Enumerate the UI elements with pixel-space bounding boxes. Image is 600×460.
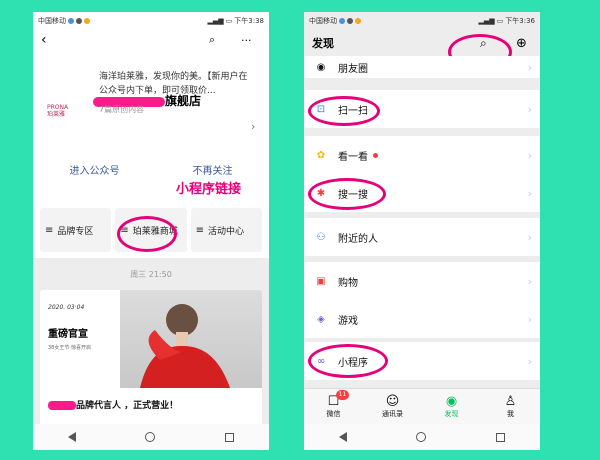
app-notification-icon (84, 18, 90, 24)
article-cover-image (120, 290, 262, 388)
annotation-circle (308, 96, 380, 126)
status-bar: 中国移动 ▂▄▆ ▭ 下午3:38 (33, 12, 269, 30)
annotation-circle (308, 178, 386, 210)
annotation-circle (117, 216, 177, 252)
more-icon[interactable]: ··· (241, 34, 252, 47)
person-icon: ♙ (504, 394, 517, 409)
cell-moments[interactable]: ◉ 朋友圈 › (304, 56, 540, 78)
search-icon[interactable]: ⌕ (209, 33, 215, 47)
feed-timestamp: 周三 21:50 (130, 270, 172, 279)
system-nav-bar (304, 424, 540, 450)
article-headline: 重磅官宣 (48, 329, 88, 340)
chevron-right-icon: › (527, 312, 532, 326)
battery-icon: ▭ (496, 17, 504, 25)
cell-shopping[interactable]: ▣ 购物 › (304, 262, 540, 300)
article-title: 品牌代言人 ，正式营业！ (48, 398, 178, 411)
message-icon (76, 18, 82, 24)
clock-label: 下午3:36 (505, 17, 535, 25)
model-illustration (140, 304, 230, 388)
chevron-right-icon: › (527, 354, 532, 368)
home-nav-icon[interactable] (416, 432, 427, 442)
unfollow-button[interactable]: 不再关注 (193, 162, 233, 177)
app-notification-icon (339, 18, 345, 24)
tab-discover[interactable]: ◉ 发现 (432, 389, 472, 424)
top-nav: ‹ ⌕ ··· (33, 30, 269, 50)
tab-contacts[interactable]: ☺ 通讯录 (373, 389, 413, 424)
account-description: 海洋珀莱雅，发现你的美。【新用户在公众号内下单，即可领取价... (99, 72, 248, 96)
battery-icon: ▭ (225, 17, 233, 25)
message-icon (347, 18, 353, 24)
article-date: 2020. 03·04 (48, 304, 85, 311)
chevron-right-icon: › (527, 60, 532, 74)
article-subline: 38女王节·惊喜开启 (48, 345, 91, 351)
chevron-right-icon: › (527, 148, 532, 162)
brand-logo: PRONA 珀莱雅 (47, 104, 69, 119)
recents-nav-icon[interactable] (496, 432, 506, 442)
page-title: 发现 (312, 37, 334, 50)
article-cover-text: 2020. 03·04 重磅官宣 38女王节·惊喜开启 (48, 304, 118, 351)
article-card[interactable]: 2020. 03·04 重磅官宣 38女王节·惊喜开启 品牌代言人 ，正式营业！ (40, 290, 262, 430)
chevron-right-icon: › (527, 274, 532, 288)
signal-icon: ▂▄▆ (207, 17, 224, 25)
account-actions: 进入公众号 不再关注 (33, 162, 269, 177)
new-dot-icon (373, 152, 378, 158)
menu-icon: ≡ (195, 224, 205, 236)
add-icon[interactable]: ⊕ (516, 36, 527, 51)
look-icon: ✿ (316, 149, 326, 161)
redaction-mark (48, 401, 76, 410)
bottom-tab-bar: ☐ 微信 11 ☺ 通讯录 ◉ 发现 ♙ 我 (304, 388, 540, 424)
tab-wechat[interactable]: ☐ 微信 11 (314, 389, 354, 424)
menu-item-activity[interactable]: ≡ 活动中心 (190, 208, 262, 252)
menu-icon: ≡ (45, 224, 54, 236)
back-nav-icon[interactable] (338, 432, 347, 442)
chevron-right-icon: › (527, 102, 532, 116)
contacts-icon: ☺ (385, 394, 400, 409)
app-notification-icon (68, 18, 74, 24)
compass-icon: ◉ (445, 394, 458, 409)
tab-me[interactable]: ♙ 我 (491, 389, 531, 424)
message-feed: 周三 21:50 2020. 03·04 重磅官宣 38女王节·惊喜开启 品牌代… (33, 258, 269, 430)
carrier-label: 中国移动 (38, 17, 66, 25)
app-notification-icon (355, 18, 361, 24)
home-nav-icon[interactable] (145, 432, 156, 442)
chevron-right-icon: › (527, 186, 532, 200)
back-nav-icon[interactable] (67, 432, 76, 442)
chevron-right-icon: › (527, 230, 532, 244)
clock-label: 下午3:38 (234, 17, 264, 25)
right-phone-screen: 中国移动 ▂▄▆ ▭ 下午3:36 发现 ⌕ ⊕ ◉ 朋友圈 › ⊡ 扫一扫 › ✿ 看一看 ›… (304, 12, 540, 450)
moments-icon: ◉ (316, 61, 326, 73)
left-phone-screen: 中国移动 ▂▄▆ ▭ 下午3:38 ‹ ⌕ ··· PRONA 珀莱雅 旗舰店 海洋… (33, 12, 269, 450)
nearby-people-icon: ⚇ (316, 231, 326, 243)
cell-nearby[interactable]: ⚇ 附近的人 › (304, 218, 540, 256)
annotation-circle (308, 344, 388, 378)
recents-nav-icon[interactable] (225, 432, 235, 442)
unread-badge: 11 (335, 390, 350, 400)
menu-item-brand[interactable]: ≡ 品牌专区 (40, 208, 112, 252)
back-icon[interactable]: ‹ (41, 32, 47, 48)
carrier-label: 中国移动 (309, 17, 337, 25)
game-icon: ◈ (317, 313, 325, 325)
chevron-right-icon[interactable]: › (251, 120, 255, 133)
enter-account-button[interactable]: 进入公众号 (70, 162, 120, 177)
cell-look[interactable]: ✿ 看一看 › (304, 136, 540, 174)
shopping-bag-icon: ▣ (316, 275, 326, 287)
article-count: 7篇原创内容 (99, 105, 145, 114)
annotation-label: 小程序链接 (176, 182, 242, 197)
system-nav-bar (33, 424, 269, 450)
cell-games[interactable]: ◈ 游戏 › (304, 300, 540, 338)
status-bar: 中国移动 ▂▄▆ ▭ 下午3:36 (304, 12, 540, 30)
signal-icon: ▂▄▆ (478, 17, 495, 25)
